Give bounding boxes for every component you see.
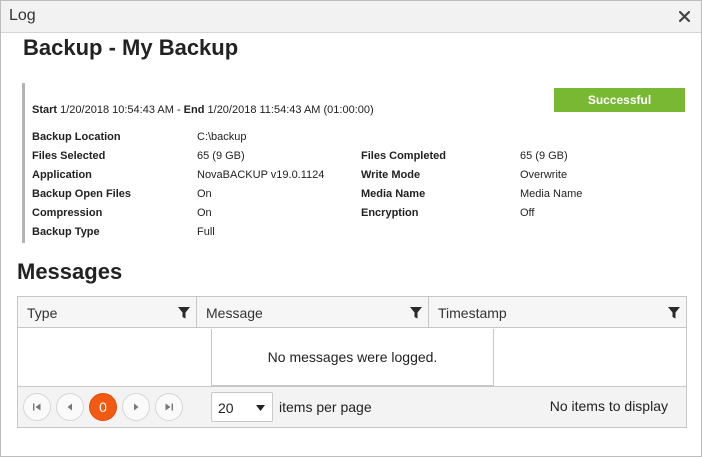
- previous-page-icon: [67, 403, 72, 411]
- detail-label: Files Completed: [361, 150, 446, 162]
- next-page-icon: [134, 403, 139, 411]
- first-page-button[interactable]: [23, 393, 51, 421]
- status-badge: Successful: [554, 88, 685, 112]
- page-size-value: 20: [218, 400, 234, 416]
- last-page-button[interactable]: [155, 393, 183, 421]
- detail-value: On: [197, 207, 212, 219]
- close-icon[interactable]: [675, 7, 693, 25]
- detail-value: Media Name: [520, 188, 583, 200]
- pager-status: No items to display: [549, 398, 668, 414]
- first-page-icon: [33, 403, 41, 411]
- grid-body: No messages were logged.: [18, 329, 686, 386]
- column-timestamp[interactable]: Timestamp: [429, 297, 686, 328]
- filter-icon[interactable]: [178, 307, 190, 319]
- detail-value: C:\backup: [197, 131, 247, 143]
- detail-label: Backup Open Files: [32, 188, 132, 200]
- messages-grid: Type Message Timestamp No messages were …: [17, 296, 687, 428]
- messages-heading: Messages: [17, 259, 123, 284]
- detail-label: Encryption: [361, 207, 419, 219]
- detail-value: Overwrite: [520, 169, 568, 181]
- backup-heading: Backup - My Backup: [23, 35, 239, 60]
- end-value: 1/20/2018 11:54:43 AM (01:00:00): [207, 104, 374, 116]
- detail-value: 65 (9 GB): [520, 150, 568, 162]
- detail-label: Compression: [32, 207, 103, 219]
- current-page-button[interactable]: 0: [89, 393, 117, 421]
- column-header-label: Message: [206, 305, 263, 321]
- log-window: Log Backup - My Backup Successful Start …: [0, 0, 702, 457]
- filter-icon[interactable]: [668, 307, 680, 319]
- start-label: Start: [32, 104, 58, 116]
- grid-header: Type Message Timestamp: [18, 297, 686, 328]
- detail-label: Application: [32, 169, 92, 181]
- title-bar: Log: [1, 1, 701, 33]
- detail-label: Backup Type: [32, 226, 100, 238]
- detail-value: NovaBACKUP v19.0.1124: [197, 169, 325, 181]
- next-page-button[interactable]: [122, 393, 150, 421]
- page-size-select[interactable]: 20: [211, 392, 273, 422]
- backup-summary: Successful Start 1/20/2018 10:54:43 AM -…: [22, 83, 687, 243]
- detail-label: Backup Location: [32, 131, 121, 143]
- chevron-down-icon: [256, 405, 265, 411]
- detail-value: Full: [197, 226, 215, 238]
- end-separator: -: [173, 104, 184, 116]
- filter-icon[interactable]: [410, 307, 422, 319]
- previous-page-button[interactable]: [56, 393, 84, 421]
- last-page-icon: [165, 403, 173, 411]
- column-header-label: Type: [27, 305, 58, 321]
- detail-value: 65 (9 GB): [197, 150, 245, 162]
- detail-label: Media Name: [361, 188, 426, 200]
- start-value: 1/20/2018 10:54:43 AM: [60, 104, 174, 116]
- items-per-page-label: items per page: [279, 399, 372, 415]
- detail-value: On: [197, 188, 212, 200]
- detail-value: Off: [520, 207, 535, 219]
- detail-label: Write Mode: [361, 169, 421, 181]
- backup-timeline: Start 1/20/2018 10:54:43 AM - End 1/20/2…: [32, 104, 374, 116]
- detail-label: Files Selected: [32, 150, 106, 162]
- window-title: Log: [9, 7, 36, 24]
- column-type[interactable]: Type: [18, 297, 197, 328]
- column-message[interactable]: Message: [197, 297, 429, 328]
- end-label: End: [183, 104, 205, 116]
- no-messages-text: No messages were logged.: [211, 329, 494, 386]
- grid-pager: 0 20 items per page No items to display: [18, 386, 686, 427]
- column-header-label: Timestamp: [438, 305, 507, 321]
